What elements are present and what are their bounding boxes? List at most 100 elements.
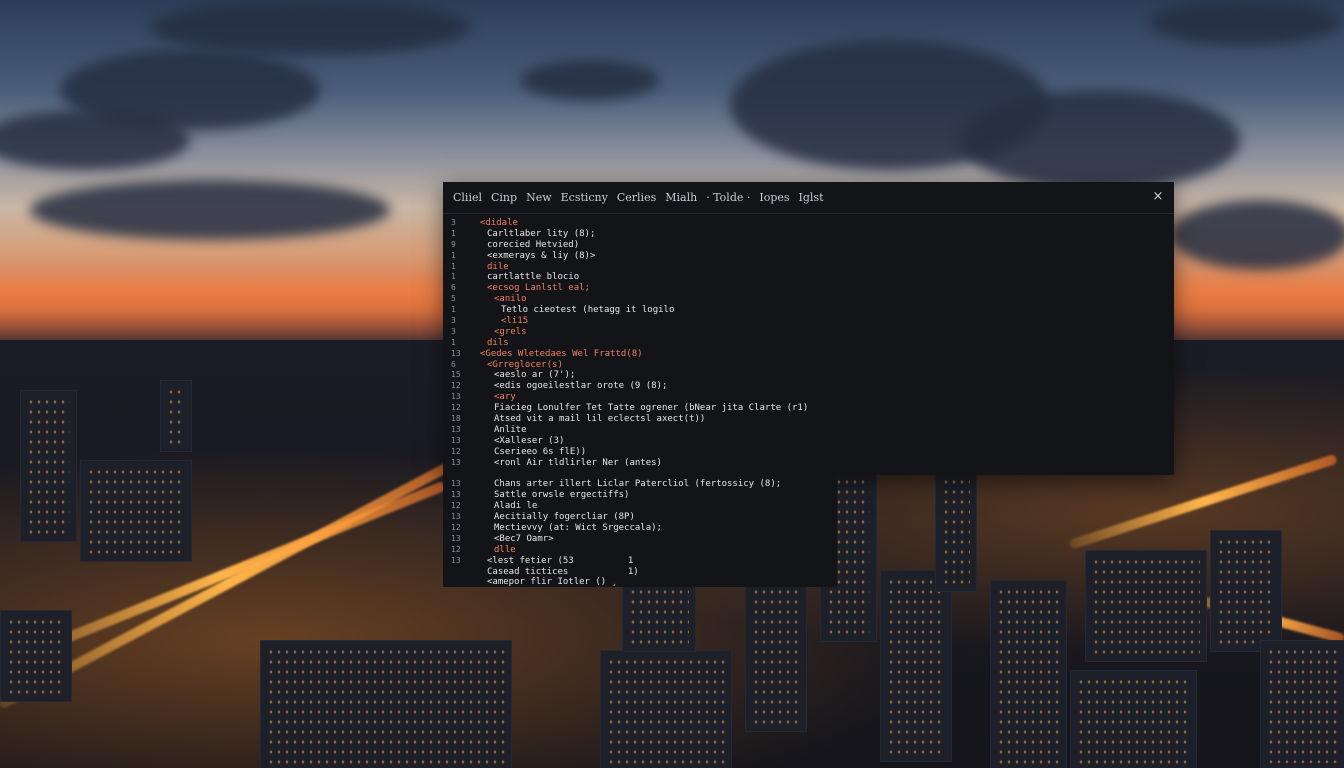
line-number: 13 bbox=[451, 435, 461, 445]
code-line[interactable]: 13 <ronl Air tldlirler Ner (antes) bbox=[443, 458, 1174, 469]
code-line[interactable]: 12 Mectievvy (at: Wict Srgeccala); bbox=[443, 523, 1174, 534]
line-number: 6 bbox=[451, 283, 456, 293]
code-text: <didale bbox=[480, 218, 518, 228]
building bbox=[1210, 530, 1282, 652]
desktop-background: Cliiel Cinp New Ecsticny Cerlies Mialh ·… bbox=[0, 0, 1344, 768]
code-line[interactable]: 13 <Xalleser (3) bbox=[443, 436, 1174, 447]
line-number: 12 bbox=[451, 381, 461, 391]
close-icon[interactable]: × bbox=[1150, 189, 1166, 205]
code-line[interactable]: 12 Cserieeo 6s flE)) bbox=[443, 447, 1174, 458]
code-line[interactable]: 1 cartlattle blocio bbox=[443, 272, 1174, 283]
code-text: Tetlo cieotest (hetagg it logilo bbox=[501, 305, 675, 316]
line-number: 3 bbox=[451, 218, 456, 227]
code-text: <Grreglocer(s) bbox=[487, 359, 563, 370]
menu-item[interactable]: New bbox=[526, 191, 552, 204]
line-number: 15 bbox=[451, 370, 461, 380]
code-line[interactable]: 6 <ecsog Lanlstl eal; bbox=[443, 283, 1174, 294]
code-text: Carltlaber lity (8); bbox=[487, 228, 596, 239]
line-number: 1 bbox=[451, 261, 456, 271]
code-line[interactable]: 12 Fiacieg Lonulfer Tet Tatte ogrener (bN… bbox=[443, 403, 1174, 414]
code-text: <lest fetier (53 1 bbox=[487, 555, 634, 566]
code-line[interactable]: 13 <Bec7 Oamr> bbox=[443, 534, 1174, 545]
cloud bbox=[960, 90, 1240, 190]
line-number: 13 bbox=[451, 512, 461, 522]
menu-item[interactable]: Cerlies bbox=[617, 191, 656, 204]
code-text: <aeslo ar (7'); bbox=[494, 370, 576, 381]
building bbox=[260, 640, 512, 768]
code-line[interactable]: 6 <Grreglocer(s) bbox=[443, 360, 1174, 371]
code-text: Mectievvy (at: Wict Srgeccala); bbox=[494, 522, 662, 533]
cloud bbox=[30, 180, 390, 240]
menu-item[interactable]: Cinp bbox=[491, 191, 517, 204]
menu-item[interactable]: Ecsticny bbox=[561, 191, 608, 204]
cloud bbox=[0, 110, 190, 170]
code-line[interactable]: 1 Tetlo cieotest (hetagg it logilo bbox=[443, 305, 1174, 316]
code-line[interactable]: 13 Aecitially fogercliar (8P) bbox=[443, 512, 1174, 523]
line-number: 13 bbox=[451, 490, 461, 500]
line-number: 6 bbox=[451, 359, 456, 369]
line-number: 12 bbox=[451, 522, 461, 532]
code-line[interactable]: 12 dlle bbox=[443, 545, 1174, 556]
code-text: <ary bbox=[494, 392, 516, 403]
code-text: Chans arter illert Liclar Patercliol (fe… bbox=[494, 479, 782, 490]
menu-item[interactable]: Iglst bbox=[799, 191, 824, 204]
menu-bar: Cliiel Cinp New Ecsticny Cerlies Mialh ·… bbox=[443, 182, 1174, 214]
code-line[interactable]: 3 <grels bbox=[443, 327, 1174, 338]
line-number: 13 bbox=[451, 533, 461, 543]
code-line[interactable]: 13 Chans arter illert Liclar Patercliol (… bbox=[443, 479, 1174, 490]
code-text: Fiacieg Lonulfer Tet Tatte ogrener (bNea… bbox=[494, 403, 809, 414]
code-line[interactable]: <amepor flir Iotler () ¸ bbox=[443, 577, 1174, 588]
code-line[interactable]: 13 <ary bbox=[443, 392, 1174, 403]
code-line[interactable]: 5 <anilo bbox=[443, 294, 1174, 305]
code-line[interactable]: 1 dils bbox=[443, 338, 1174, 349]
code-line[interactable] bbox=[443, 468, 1174, 479]
code-line[interactable]: 9 corecied Hetvied) bbox=[443, 240, 1174, 251]
code-line[interactable]: 12 <edis ogoeilestlar orote (9 (8); bbox=[443, 381, 1174, 392]
code-line[interactable]: 13 <Gedes Wletedaes Wel Frattd(8) bbox=[443, 349, 1174, 360]
menu-item[interactable]: Mialh bbox=[665, 191, 697, 204]
code-line[interactable]: 3 <li15 bbox=[443, 316, 1174, 327]
line-number: 3 bbox=[451, 316, 456, 326]
code-line[interactable]: 15 <aeslo ar (7'); bbox=[443, 370, 1174, 381]
line-number: 13 bbox=[451, 479, 461, 489]
building bbox=[600, 650, 732, 768]
code-line[interactable]: 13 Anlite bbox=[443, 425, 1174, 436]
code-line[interactable]: 12 Aladi le bbox=[443, 501, 1174, 512]
code-line[interactable]: Casead tictices 1) bbox=[443, 567, 1174, 578]
building bbox=[80, 460, 192, 562]
cloud bbox=[520, 60, 660, 100]
code-text: Cserieeo 6s flE)) bbox=[494, 446, 587, 457]
line-number: 13 bbox=[451, 555, 461, 565]
menu-item[interactable]: · Tolde · bbox=[706, 191, 750, 204]
code-text: <ronl Air tldlirler Ner (antes) bbox=[494, 457, 662, 468]
line-number: 12 bbox=[451, 501, 461, 511]
line-number: 13 bbox=[451, 424, 461, 434]
menu-item[interactable]: Cliiel bbox=[453, 191, 482, 204]
menu-item[interactable]: Iopes bbox=[759, 191, 789, 204]
code-line[interactable]: 1 Carltlaber lity (8); bbox=[443, 229, 1174, 240]
code-line[interactable]: 3 <didale bbox=[443, 218, 1174, 229]
code-text: <anilo bbox=[494, 294, 527, 305]
line-number: 5 bbox=[451, 294, 456, 304]
code-text: <Gedes Wletedaes Wel Frattd(8) bbox=[480, 348, 643, 359]
line-number: 12 bbox=[451, 403, 461, 413]
code-line[interactable]: 1 dile bbox=[443, 262, 1174, 273]
code-line[interactable]: 13 Sattle orwsle ergectiffs) bbox=[443, 490, 1174, 501]
code-line[interactable]: 18 Atsed vit a mail lil eclectsl axect(t)… bbox=[443, 414, 1174, 425]
line-number: 1 bbox=[451, 272, 456, 282]
building bbox=[1070, 670, 1197, 768]
code-text: dils bbox=[487, 337, 509, 348]
code-text: Atsed vit a mail lil eclectsl axect(t)) bbox=[494, 414, 706, 425]
cloud bbox=[1170, 200, 1344, 270]
line-number: 1 bbox=[451, 250, 456, 260]
code-line[interactable]: 13 <lest fetier (53 1 bbox=[443, 556, 1174, 567]
cloud bbox=[1150, 0, 1340, 45]
building bbox=[880, 570, 952, 762]
code-area[interactable]: 3 <didale 1 Carltlaber lity (8); 9 corecied H… bbox=[443, 218, 1174, 588]
line-number: 9 bbox=[451, 239, 456, 249]
line-number: 13 bbox=[451, 392, 461, 402]
code-line[interactable]: 1 <exmerays & liy (8)> bbox=[443, 251, 1174, 262]
code-text: <ecsog Lanlstl eal; bbox=[487, 283, 590, 294]
code-text: corecied Hetvied) bbox=[487, 239, 580, 250]
line-number: 1 bbox=[451, 228, 456, 238]
